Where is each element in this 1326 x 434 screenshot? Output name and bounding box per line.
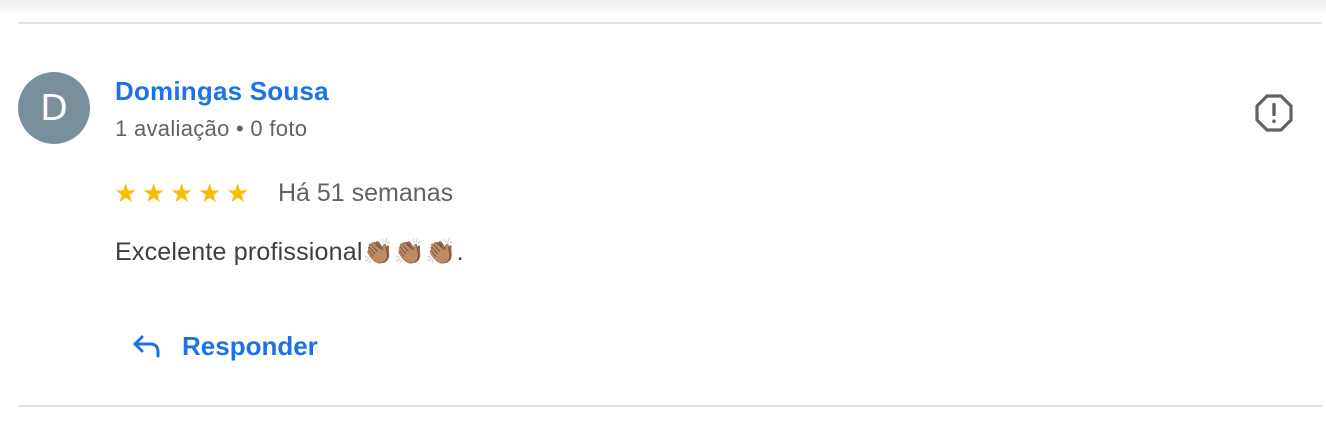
report-flag-icon (1255, 94, 1293, 132)
top-divider (18, 22, 1322, 24)
reply-label: Responder (182, 330, 318, 361)
reply-arrow-icon (124, 322, 170, 370)
star-rating: ★ ★ ★ ★ ★ (114, 179, 254, 207)
reviewer-name[interactable]: Domingas Sousa (115, 76, 329, 107)
review-text: Excelente profissional👏🏽👏🏽👏🏽. (115, 238, 464, 266)
star-icon: ★ (226, 178, 250, 208)
star-icon: ★ (142, 178, 166, 208)
star-icon: ★ (170, 178, 194, 208)
bottom-divider (18, 405, 1322, 407)
report-review-button[interactable] (1254, 93, 1294, 133)
star-icon: ★ (198, 178, 222, 208)
reviewer-meta: 1 avaliação • 0 foto (115, 116, 308, 141)
star-icon: ★ (114, 178, 138, 208)
review-date: Há 51 semanas (278, 179, 454, 207)
avatar[interactable]: D (18, 72, 90, 144)
top-shadow (0, 0, 1326, 16)
reply-button[interactable]: Responder (124, 322, 330, 370)
